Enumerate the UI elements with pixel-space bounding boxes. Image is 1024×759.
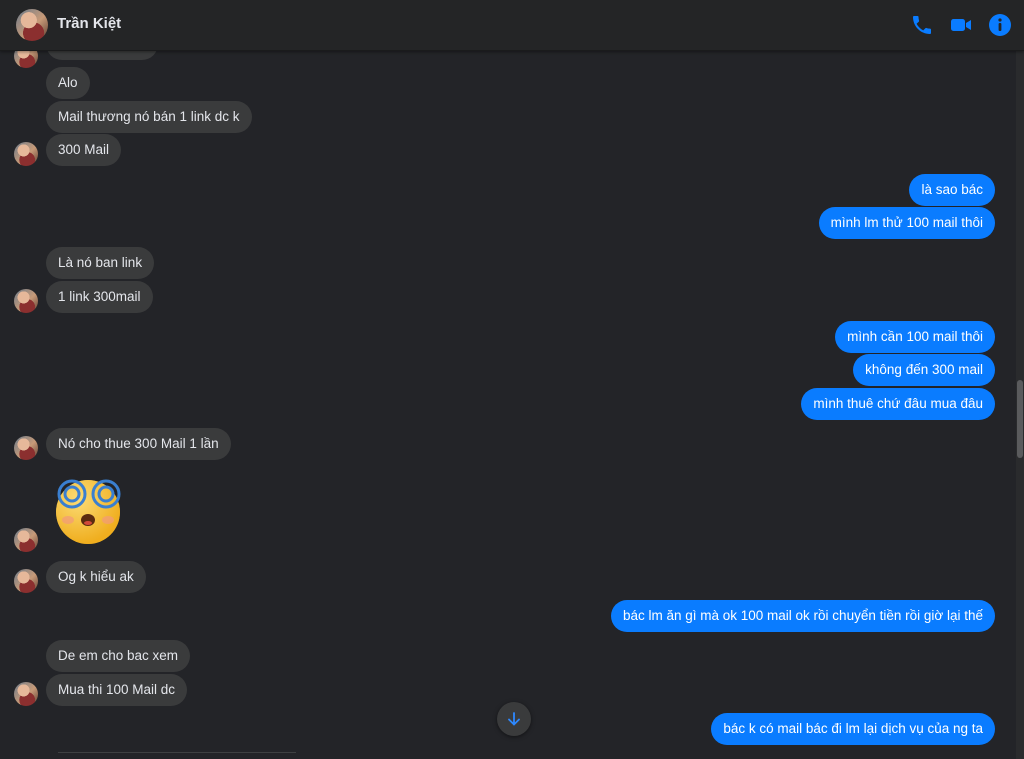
message-out: bác lm ăn gì mà ok 100 mail ok rồi chuyể… [610,600,995,632]
message-in: Mua thi 100 Mail dc [46,674,188,706]
message-in: De em cho bac xem [46,640,191,672]
contact-avatar-small [14,50,38,68]
message-in: 300 Mail [46,134,122,166]
message-out: mình cần 100 mail thôi [835,321,995,353]
message-out: mình lm thử 100 mail thôi [818,207,995,239]
message-bubble-cut [46,50,158,60]
dizzy-face-sticker [56,479,121,544]
message-in: Nó cho thue 300 Mail 1 lần [46,428,231,460]
contact-avatar-small [14,528,38,552]
message-out: không đến 300 mail [853,354,995,386]
video-camera-icon[interactable] [949,13,973,37]
divider [58,752,296,753]
message-in: Og k hiểu ak [46,561,146,593]
contact-name[interactable]: Trần Kiệt [57,15,121,32]
scrollbar[interactable] [1016,50,1024,759]
contact-avatar-small [14,682,38,706]
message-in: Là nó ban link [46,247,155,279]
message-in: Mail thương nó bán 1 link dc k [46,101,252,133]
contact-avatar-small [14,436,38,460]
message-out: là sao bác [909,174,995,206]
message-out: bác k có mail bác đi lm lại dịch vụ của … [711,713,995,745]
message-in: 1 link 300mail [46,281,153,313]
arrow-down-icon [508,712,520,726]
contact-avatar-small [14,569,38,593]
message-thread[interactable]: Alo Mail thương nó bán 1 link dc k 300 M… [0,50,1016,759]
chat-header: Trần Kiệt [0,0,1024,51]
info-icon[interactable] [988,13,1012,37]
message-in: Alo [46,67,90,99]
phone-icon[interactable] [910,13,934,37]
scroll-to-bottom-button[interactable] [497,702,531,736]
contact-avatar-small [14,289,38,313]
scrollbar-thumb[interactable] [1017,380,1023,458]
contact-avatar-small [14,142,38,166]
message-out: mình thuê chứ đâu mua đâu [801,388,995,420]
contact-avatar[interactable] [16,9,48,41]
